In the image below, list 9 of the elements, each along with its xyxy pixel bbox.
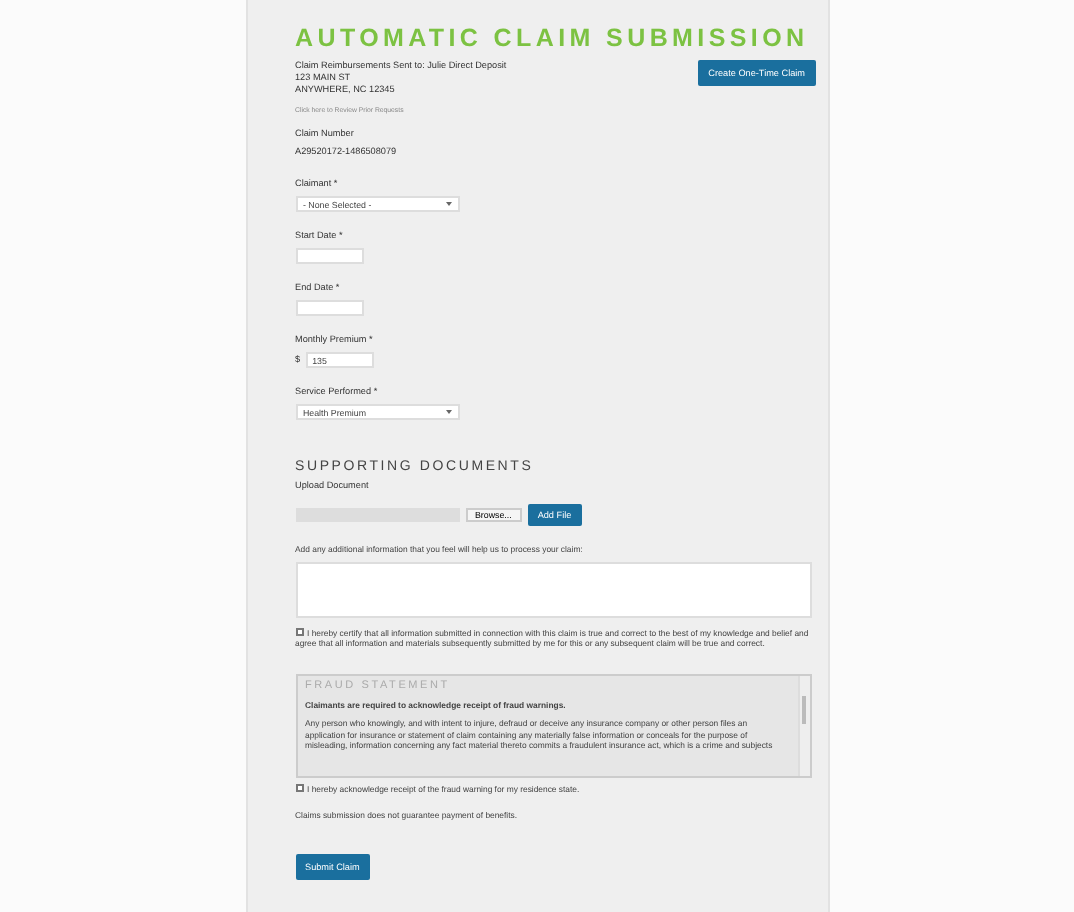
page-title: AUTOMATIC CLAIM SUBMISSION [295,24,811,52]
scroll-thumb[interactable] [802,695,806,723]
checkbox[interactable] [295,784,303,793]
date-field[interactable] [295,300,363,316]
info-field[interactable] [295,561,811,617]
date-field[interactable] [295,248,363,264]
checkbox[interactable] [295,628,303,637]
caret-icon [445,202,451,206]
caret-icon [445,410,451,414]
